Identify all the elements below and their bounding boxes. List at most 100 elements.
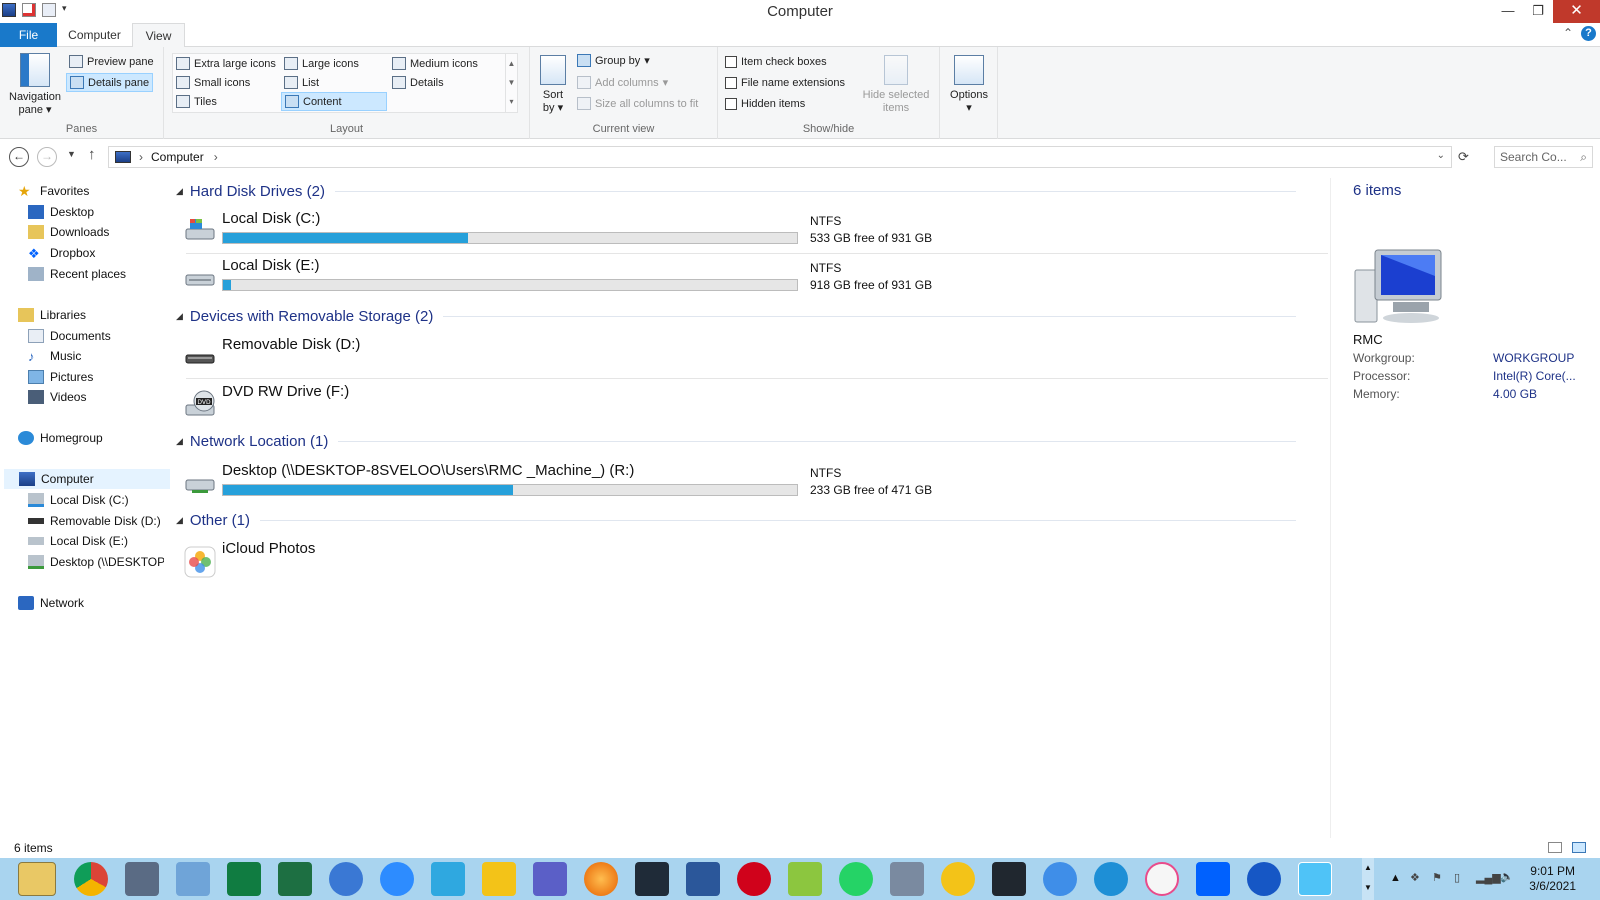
layout-gallery-scroll[interactable]: ▲ ▼ ▾	[505, 54, 517, 112]
file-explorer-taskbar-icon[interactable]	[18, 862, 56, 896]
publisher-taskbar-icon[interactable]	[227, 862, 261, 896]
dropbox-tray-icon[interactable]: ❖	[1410, 871, 1420, 884]
minimize-ribbon-icon[interactable]: ⌃	[1563, 26, 1573, 41]
remote-desktop-taskbar-icon[interactable]	[176, 862, 210, 896]
hide-selected-items-button[interactable]: Hide selected items	[858, 55, 934, 115]
layout-tiles[interactable]: Tiles	[173, 92, 220, 111]
whatsapp-taskbar-icon[interactable]	[839, 862, 873, 896]
restore-button[interactable]: ❐	[1523, 0, 1553, 23]
search-input[interactable]: Search Co... ⌕	[1494, 146, 1593, 168]
group-header-hard-disk-drives[interactable]: ◢ Hard Disk Drives (2)	[176, 180, 1296, 202]
tab-file[interactable]: File	[0, 23, 57, 47]
fl-studio-taskbar-icon[interactable]	[941, 862, 975, 896]
tab-computer[interactable]: Computer	[57, 23, 132, 47]
editor-taskbar-icon[interactable]	[992, 862, 1026, 896]
small-icons-icon	[176, 76, 190, 89]
chrome-taskbar-icon[interactable]	[74, 862, 108, 896]
options-button[interactable]: Options ▾	[944, 55, 994, 115]
sidebar-libraries[interactable]: Libraries	[18, 305, 184, 325]
group-by-button[interactable]: Group by ▾	[574, 51, 653, 70]
row-divider	[186, 253, 1328, 254]
add-columns-button[interactable]: Add columns ▾	[574, 73, 671, 92]
network-signal-icon[interactable]: ▂▄▆	[1476, 871, 1501, 884]
clock[interactable]: 9:01 PM 3/6/2021	[1529, 864, 1576, 894]
item-check-boxes-toggle[interactable]: Item check boxes	[722, 52, 830, 71]
drive-local-disk-c[interactable]: Local Disk (C:) NTFS 533 GB free of 931 …	[184, 208, 1319, 252]
group-header-network-location[interactable]: ◢ Network Location (1)	[176, 430, 1296, 452]
winamp-taskbar-icon[interactable]	[482, 862, 516, 896]
breadcrumb-computer[interactable]: Computer	[151, 150, 204, 164]
layout-large-icons[interactable]: Large icons	[281, 54, 362, 73]
preview-pane-button[interactable]: Preview pane	[66, 52, 157, 71]
collapse-arrow-icon[interactable]: ◢	[176, 436, 183, 447]
hidden-items-toggle[interactable]: Hidden items	[722, 94, 808, 113]
layout-small-icons[interactable]: Small icons	[173, 73, 253, 92]
collapse-arrow-icon[interactable]: ◢	[176, 186, 183, 197]
group-header-other[interactable]: ◢ Other (1)	[176, 509, 1296, 531]
file-name-extensions-toggle[interactable]: File name extensions	[722, 73, 848, 92]
close-button[interactable]: ✕	[1553, 0, 1600, 23]
navigation-pane-button[interactable]: Navigation pane ▾	[6, 53, 64, 117]
large-icons-view-icon[interactable]	[1572, 842, 1586, 853]
sidebar-favorites[interactable]: ★ Favorites	[18, 181, 184, 201]
drive-removable-disk-d[interactable]: Removable Disk (D:)	[184, 334, 1319, 378]
sidebar-item-network-drive-r[interactable]: Desktop (\\DESKTOP-	[28, 552, 164, 572]
word-taskbar-icon[interactable]	[686, 862, 720, 896]
help-icon[interactable]: ?	[1581, 26, 1596, 41]
active-window-taskbar-icon[interactable]	[1298, 862, 1332, 896]
chevron-right-icon[interactable]: ›	[214, 150, 218, 164]
battery-icon[interactable]: ▯	[1454, 871, 1460, 884]
taskbar: ▲ ▼ ▲ ❖ ⚑ ▯ ▂▄▆ 🔈 9:01 PM 3/6/2021	[0, 858, 1600, 900]
address-box[interactable]: › Computer › ⌄	[108, 146, 1452, 168]
layout-list[interactable]: List	[281, 73, 322, 92]
drive-dvd-rw-f[interactable]: DVD DVD RW Drive (F:)	[184, 381, 1319, 425]
collapse-arrow-icon[interactable]: ◢	[176, 311, 183, 322]
sidebar-computer[interactable]: Computer	[4, 469, 170, 489]
refresh-icon[interactable]: ⟳	[1458, 149, 1469, 165]
volume-icon[interactable]: 🔈	[1500, 870, 1514, 883]
excel-taskbar-icon[interactable]	[278, 862, 312, 896]
snipping-tool-taskbar-icon[interactable]	[125, 862, 159, 896]
sort-by-button[interactable]: Sort by ▾	[536, 55, 570, 115]
cortana-taskbar-icon[interactable]	[329, 862, 363, 896]
details-pane: 6 items RMC Workgroup: WORKGROUP Processo…	[1330, 178, 1600, 838]
dropbox-taskbar-icon[interactable]	[1196, 862, 1230, 896]
edge-taskbar-icon[interactable]	[1094, 862, 1128, 896]
sidebar-network[interactable]: Network	[18, 593, 184, 613]
back-button[interactable]: ←	[9, 147, 29, 167]
layout-medium-icons[interactable]: Medium icons	[389, 54, 481, 73]
teams-taskbar-icon[interactable]	[533, 862, 567, 896]
up-arrow-icon[interactable]: ↑	[88, 146, 96, 163]
drive-network-r[interactable]: Desktop (\\DESKTOP-8SVELOO\Users\RMC _Ma…	[184, 460, 1319, 504]
recent-locations-icon[interactable]: ▼	[67, 149, 76, 159]
screen-recorder-taskbar-icon[interactable]	[737, 862, 771, 896]
tab-view[interactable]: View	[132, 23, 185, 48]
layout-extra-large-icons[interactable]: Extra large icons	[173, 54, 279, 73]
collapse-arrow-icon[interactable]: ◢	[176, 515, 183, 526]
sidebar-homegroup[interactable]: Homegroup	[18, 428, 184, 448]
details-pane-button[interactable]: Details pane	[66, 73, 154, 92]
app-taskbar-icon[interactable]	[431, 862, 465, 896]
vpn-taskbar-icon[interactable]	[1247, 862, 1281, 896]
details-view-icon[interactable]	[1548, 842, 1562, 853]
itunes-taskbar-icon[interactable]	[1145, 862, 1179, 896]
calculator-taskbar-icon[interactable]	[890, 862, 924, 896]
layout-content[interactable]: Content	[281, 92, 387, 111]
layout-details[interactable]: Details	[389, 73, 447, 92]
size-columns-button[interactable]: Size all columns to fit	[574, 94, 701, 113]
chevron-right-icon[interactable]: ›	[139, 150, 143, 164]
show-hidden-icons-icon[interactable]: ▲	[1390, 872, 1401, 884]
minimize-button[interactable]: —	[1493, 0, 1523, 23]
zoom-taskbar-icon[interactable]	[380, 862, 414, 896]
terminal-taskbar-icon[interactable]	[635, 862, 669, 896]
drive-local-disk-e[interactable]: Local Disk (E:) NTFS 918 GB free of 931 …	[184, 255, 1319, 299]
forward-button[interactable]: →	[37, 147, 57, 167]
item-icloud-photos[interactable]: iCloud Photos	[184, 538, 1319, 582]
globe-taskbar-icon[interactable]	[1043, 862, 1077, 896]
taskbar-scroll-icon[interactable]: ▲ ▼	[1362, 858, 1374, 900]
address-dropdown-icon[interactable]: ⌄	[1437, 150, 1445, 161]
bluestacks-taskbar-icon[interactable]	[788, 862, 822, 896]
firefox-taskbar-icon[interactable]	[584, 862, 618, 896]
flag-icon[interactable]: ⚑	[1432, 871, 1442, 884]
group-header-removable-storage[interactable]: ◢ Devices with Removable Storage (2)	[176, 305, 1296, 327]
